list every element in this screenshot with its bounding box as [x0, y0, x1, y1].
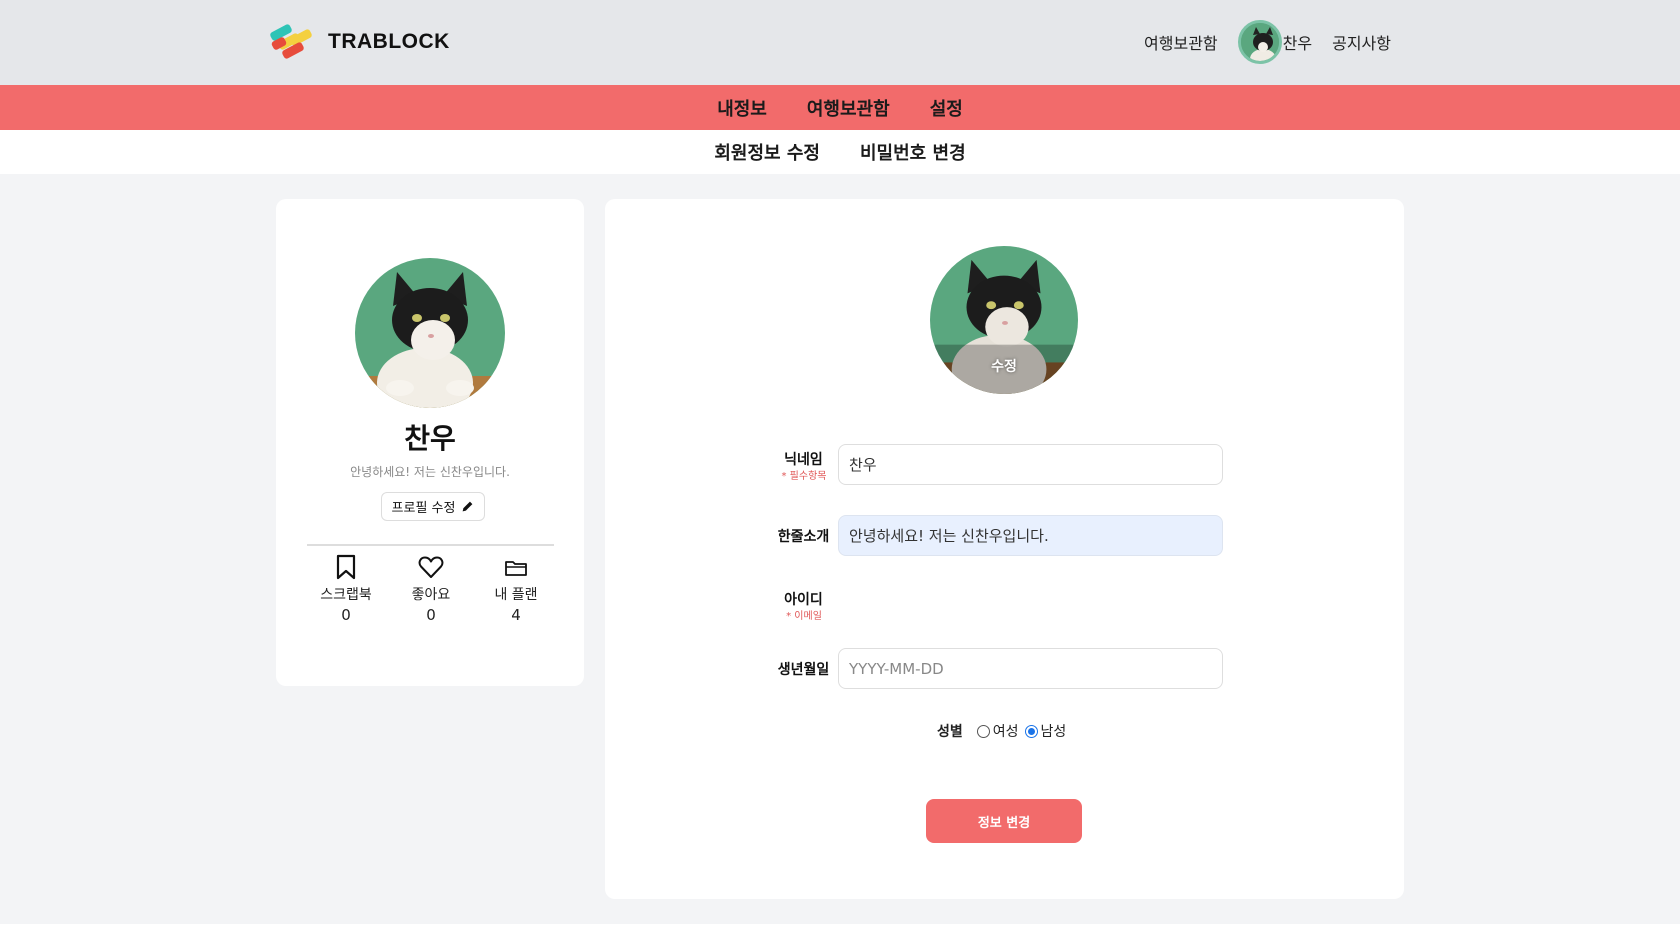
folder-icon: [505, 561, 527, 576]
intro-input[interactable]: [838, 515, 1223, 556]
user-menu[interactable]: 찬우: [1237, 20, 1313, 64]
logo-mark-icon: [268, 23, 316, 60]
sub-tabs: 회원정보 수정 비밀번호 변경: [0, 130, 1680, 174]
stat-label: 내 플랜: [494, 587, 538, 603]
userid-label: 아이디: [784, 592, 823, 608]
avatar: [1237, 20, 1282, 64]
nav-storage-link[interactable]: 여행보관함: [1144, 30, 1218, 54]
gender-label: 성별: [937, 724, 963, 740]
nickname-label: 닉네임: [784, 452, 823, 468]
top-nav: 여행보관함 찬우 공지사항: [1144, 19, 1391, 65]
userid-required-note: * 이메일: [786, 611, 822, 622]
userid-row: 아이디 * 이메일: [775, 584, 1235, 626]
profile-stats: 스크랩북 0 좋아요 0 내 플랜 4: [306, 554, 556, 624]
member-info-form: 수정 닉네임 * 필수항목 한줄소개 아이디 * 이메일 생년월일 성별 여성 …: [605, 199, 1404, 899]
stat-scrapbook[interactable]: 스크랩북 0: [306, 554, 386, 624]
gender-male-label[interactable]: 남성: [1041, 721, 1067, 741]
main-tabs: 내정보 여행보관함 설정: [0, 85, 1680, 130]
birth-row: 생년월일: [775, 648, 1235, 690]
nickname-row: 닉네임 * 필수항목: [775, 444, 1235, 486]
tab-my-info[interactable]: 내정보: [717, 95, 767, 121]
gender-male-radio[interactable]: [1024, 724, 1038, 738]
main-area: 찬우 안녕하세요! 저는 신찬우입니다. 프로필 수정 스크랩북 0 좋아요 0…: [0, 174, 1680, 924]
profile-name: 찬우: [404, 422, 456, 455]
username: 찬우: [1282, 34, 1313, 53]
edit-profile-label: 프로필 수정: [391, 501, 456, 516]
avatar-edit-button[interactable]: 수정: [930, 246, 1078, 394]
nickname-input[interactable]: [838, 444, 1223, 485]
stat-likes[interactable]: 좋아요 0: [391, 554, 471, 624]
tab-storage[interactable]: 여행보관함: [807, 95, 890, 121]
subtab-edit-member[interactable]: 회원정보 수정: [714, 139, 820, 165]
profile-card: 찬우 안녕하세요! 저는 신찬우입니다. 프로필 수정 스크랩북 0 좋아요 0…: [276, 199, 584, 686]
brand-logo[interactable]: TRABLOCK: [268, 23, 450, 60]
tab-settings[interactable]: 설정: [930, 95, 963, 121]
intro-label: 한줄소개: [777, 529, 830, 545]
intro-row: 한줄소개: [775, 515, 1235, 557]
stat-label: 스크랩북: [320, 587, 372, 603]
stat-count: 0: [426, 606, 436, 624]
heart-icon: [418, 556, 444, 578]
bookmark-icon: [336, 554, 356, 580]
stat-count: 4: [511, 606, 521, 624]
subtab-change-password[interactable]: 비밀번호 변경: [860, 139, 966, 165]
gender-group: 성별 여성 남성: [937, 721, 1072, 741]
avatar-edit-label: 수정: [991, 359, 1017, 375]
birthdate-input[interactable]: [838, 648, 1223, 689]
update-info-button[interactable]: 정보 변경: [926, 799, 1082, 843]
stat-label: 좋아요: [411, 587, 451, 603]
header: TRABLOCK 여행보관함 찬우 공지사항: [0, 0, 1680, 85]
edit-profile-button[interactable]: 프로필 수정: [381, 492, 485, 521]
birth-label: 생년월일: [777, 662, 830, 678]
nav-notice-link[interactable]: 공지사항: [1332, 30, 1391, 54]
nickname-required-note: * 필수항목: [781, 471, 827, 482]
brand-name: TRABLOCK: [328, 30, 450, 53]
stat-my-plans[interactable]: 내 플랜 4: [476, 554, 556, 624]
stat-count: 0: [341, 606, 351, 624]
pencil-icon: [463, 501, 473, 512]
gender-female-label[interactable]: 여성: [993, 721, 1019, 741]
profile-avatar: [355, 258, 505, 408]
gender-female-radio[interactable]: [976, 724, 990, 738]
footer-strip: [0, 924, 1680, 939]
profile-intro: 안녕하세요! 저는 신찬우입니다.: [350, 465, 510, 479]
divider: [307, 544, 554, 546]
